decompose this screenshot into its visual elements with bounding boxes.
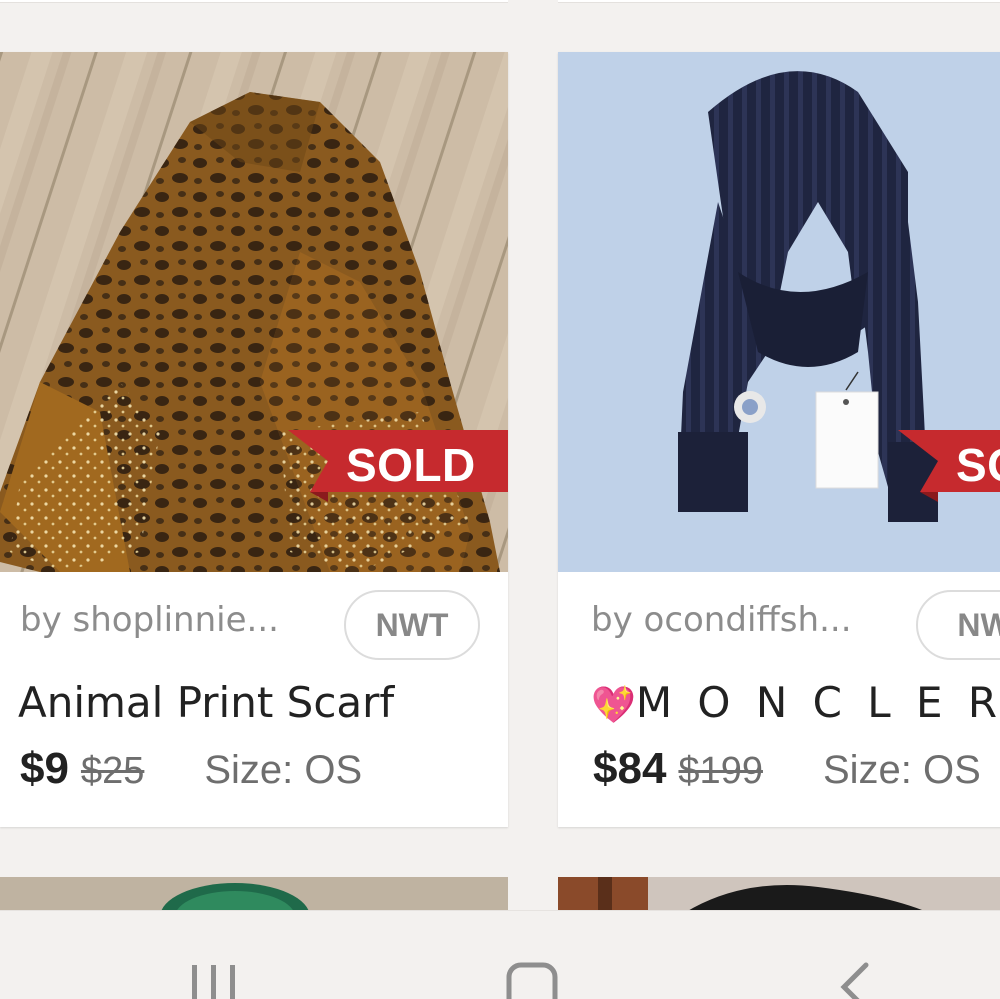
sold-label: SOL <box>956 439 1000 491</box>
sparkling-heart-icon: 💖 <box>591 685 636 726</box>
previous-card-left-edge <box>0 0 508 3</box>
condition-badge: NW <box>916 590 1000 660</box>
sold-ribbon: SOL <box>898 430 1000 505</box>
previous-card-right-edge <box>558 0 1000 3</box>
recent-apps-icon[interactable] <box>190 961 240 999</box>
listing-title[interactable]: 💖M O N C L E R💖 <box>591 678 1000 727</box>
sold-label: SOLD <box>346 439 476 491</box>
price: $9 <box>20 744 69 793</box>
price-row: $84 $199 Size: OS <box>593 744 981 794</box>
seller-name[interactable]: by ocondiffsh... <box>591 600 852 640</box>
listing-card[interactable]: SOL by ocondiffsh... NW 💖M O N C L E R💖 … <box>558 52 1000 827</box>
listing-card[interactable]: SOLD by shoplinnie... NWT Animal Print S… <box>0 52 508 827</box>
listing-title-text: M O N C L E R <box>635 678 1000 727</box>
condition-badge: NWT <box>344 590 480 660</box>
seller-name[interactable]: by shoplinnie... <box>20 600 279 640</box>
price: $84 <box>593 744 667 793</box>
listing-title[interactable]: Animal Print Scarf <box>18 678 394 727</box>
original-price: $25 <box>80 750 145 792</box>
size-label: Size: OS <box>822 748 981 792</box>
system-navigation-bar <box>0 910 1000 999</box>
size-label: Size: OS <box>204 748 363 792</box>
original-price: $199 <box>678 750 763 792</box>
price-row: $9 $25 Size: OS <box>20 744 362 794</box>
sold-ribbon: SOLD <box>288 430 508 505</box>
listing-feed: SOLD by shoplinnie... NWT Animal Print S… <box>0 0 1000 999</box>
back-icon[interactable] <box>836 961 872 999</box>
home-icon[interactable] <box>506 961 558 999</box>
